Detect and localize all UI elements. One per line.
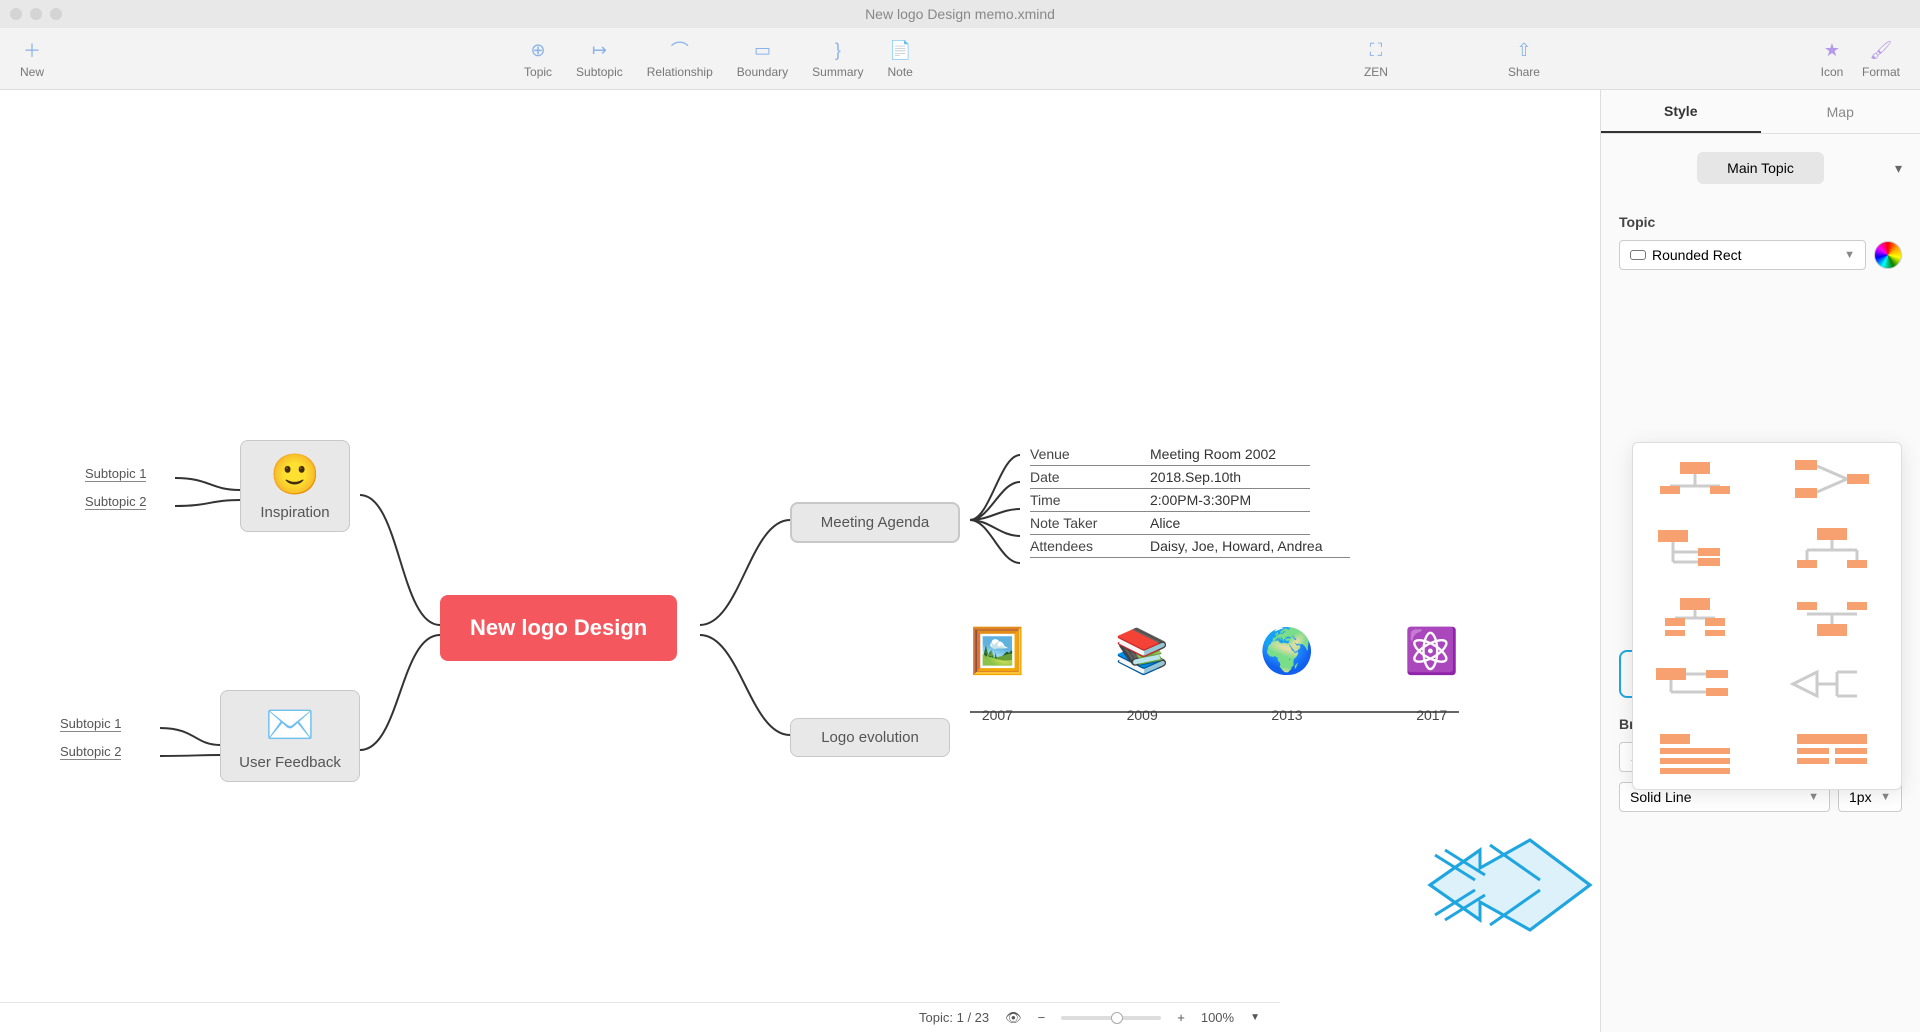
structure-option[interactable]	[1645, 591, 1745, 641]
window-title: New logo Design memo.xmind	[865, 6, 1055, 22]
structure-option[interactable]	[1782, 455, 1882, 505]
envelope-icon: ✉️	[235, 701, 345, 748]
structure-option[interactable]	[1782, 727, 1882, 777]
relationship-button[interactable]: ⌒Relationship	[647, 38, 713, 79]
feedback-sub1[interactable]: Subtopic 1	[60, 716, 121, 732]
status-bar: Topic: 1 / 23 👁 − + 100% ▼	[0, 1002, 1280, 1032]
tab-map[interactable]: Map	[1761, 90, 1920, 133]
zoom-value: 100%	[1201, 1010, 1234, 1025]
brush-icon: 🖌	[1869, 38, 1893, 62]
topic-count: Topic: 1 / 23	[919, 1010, 989, 1025]
agenda-row[interactable]: Date2018.Sep.10th	[1030, 466, 1310, 489]
globe-icon: 🌍	[1260, 625, 1315, 677]
summary-icon: }	[826, 38, 850, 62]
feedback-sub2[interactable]: Subtopic 2	[60, 744, 121, 760]
agenda-row[interactable]: Time2:00PM-3:30PM	[1030, 489, 1310, 512]
root-topic[interactable]: New logo Design	[440, 595, 677, 661]
shape-select[interactable]: Rounded Rect ▼	[1619, 240, 1866, 270]
color-swatch[interactable]	[1874, 241, 1902, 269]
subtopic-button[interactable]: ↦Subtopic	[576, 38, 623, 79]
timeline-item[interactable]: 📚2009	[1115, 625, 1170, 703]
timeline-item[interactable]: ⚛️2017	[1404, 625, 1459, 703]
subtopic-icon: ↦	[587, 38, 611, 62]
title-bar: New logo Design memo.xmind	[0, 0, 1920, 28]
atom-icon: ⚛️	[1404, 625, 1459, 677]
structure-option[interactable]	[1782, 523, 1882, 573]
inspiration-sub2[interactable]: Subtopic 2	[85, 494, 146, 510]
format-panel: Style Map Main Topic ▾ Topic Rounded Rec…	[1600, 90, 1920, 1032]
structure-popover	[1632, 442, 1902, 790]
note-button[interactable]: 📄Note	[888, 38, 913, 79]
structure-option[interactable]	[1645, 659, 1745, 709]
topic-button[interactable]: ⊕Topic	[524, 38, 552, 79]
maximize-dot[interactable]	[50, 8, 62, 20]
agenda-node[interactable]: Meeting Agenda	[790, 502, 960, 543]
feedback-node[interactable]: ✉️ User Feedback	[220, 690, 360, 782]
chevron-down-icon[interactable]: ▼	[1250, 1012, 1260, 1023]
structure-option[interactable]	[1645, 455, 1745, 505]
toolbar: ＋ New ⊕Topic ↦Subtopic ⌒Relationship ▭Bo…	[0, 28, 1920, 90]
mindmap-canvas[interactable]: New logo Design 🙂 Inspiration Subtopic 1…	[0, 90, 1600, 1032]
agenda-row[interactable]: VenueMeeting Room 2002	[1030, 443, 1310, 466]
zoom-in[interactable]: +	[1177, 1010, 1185, 1025]
structure-option[interactable]	[1645, 727, 1745, 777]
window-controls[interactable]	[10, 8, 62, 20]
share-button[interactable]: ⇧Share	[1508, 38, 1540, 79]
chalkboard-icon: 🖼️	[970, 625, 1025, 677]
summary-button[interactable]: }Summary	[812, 38, 863, 79]
annotation-arrow	[1420, 830, 1600, 945]
boundary-button[interactable]: ▭Boundary	[737, 38, 788, 79]
inspiration-sub1[interactable]: Subtopic 1	[85, 466, 146, 482]
boundary-icon: ▭	[750, 38, 774, 62]
zen-button[interactable]: ⛶ZEN	[1364, 38, 1388, 79]
structure-option[interactable]	[1782, 659, 1882, 709]
zoom-slider[interactable]	[1061, 1016, 1161, 1020]
chevron-down-icon: ▼	[1844, 249, 1855, 261]
panel-tabs: Style Map	[1601, 90, 1920, 134]
inspiration-node[interactable]: 🙂 Inspiration	[240, 440, 350, 532]
icon-button[interactable]: ★Icon	[1820, 38, 1844, 79]
note-icon: 📄	[888, 38, 912, 62]
structure-option[interactable]	[1782, 591, 1882, 641]
evolution-timeline: 🖼️2007 📚2009 🌍2013 ⚛️2017	[970, 625, 1459, 713]
close-dot[interactable]	[10, 8, 22, 20]
smiley-icon: 🙂	[255, 451, 335, 498]
zen-icon: ⛶	[1364, 38, 1388, 62]
books-icon: 📚	[1115, 625, 1170, 677]
new-button[interactable]: ＋ New	[20, 38, 44, 79]
agenda-row[interactable]: Note TakerAlice	[1030, 512, 1310, 535]
timeline-item[interactable]: 🌍2013	[1260, 625, 1315, 703]
evolution-node[interactable]: Logo evolution	[790, 718, 950, 757]
minimize-dot[interactable]	[30, 8, 42, 20]
connector-lines	[0, 90, 1600, 1032]
section-topic: Topic	[1619, 214, 1902, 230]
share-icon: ⇧	[1512, 38, 1536, 62]
chevron-down-icon: ▼	[1880, 791, 1891, 803]
topic-icon: ⊕	[526, 38, 550, 62]
star-icon: ★	[1820, 38, 1844, 62]
timeline-item[interactable]: 🖼️2007	[970, 625, 1025, 703]
format-button[interactable]: 🖌Format	[1862, 38, 1900, 79]
agenda-details: VenueMeeting Room 2002 Date2018.Sep.10th…	[1030, 443, 1350, 558]
zoom-out[interactable]: −	[1038, 1010, 1046, 1025]
tab-style[interactable]: Style	[1601, 90, 1761, 133]
plus-icon: ＋	[20, 38, 44, 62]
chevron-down-icon: ▼	[1808, 791, 1819, 803]
eye-icon[interactable]: 👁	[1005, 1010, 1022, 1026]
agenda-row[interactable]: AttendeesDaisy, Joe, Howard, Andrea	[1030, 535, 1350, 558]
relationship-icon: ⌒	[668, 38, 692, 62]
chevron-down-icon[interactable]: ▾	[1895, 160, 1902, 177]
topic-type-chip[interactable]: Main Topic	[1697, 152, 1824, 184]
structure-option[interactable]	[1645, 523, 1745, 573]
